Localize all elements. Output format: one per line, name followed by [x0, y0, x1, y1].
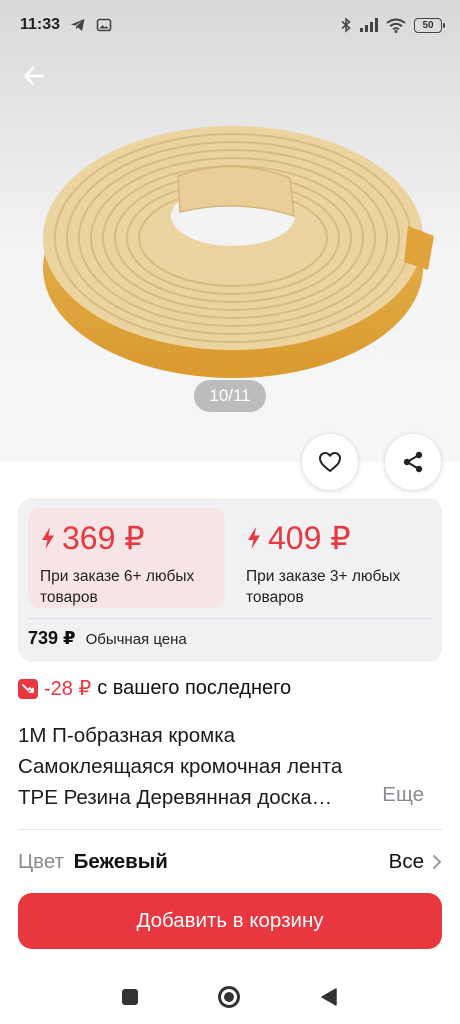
- tier-price: 409 ₽: [268, 520, 351, 556]
- status-left: 11:33: [20, 16, 112, 34]
- tier-price: 369 ₽: [62, 520, 145, 556]
- share-icon: [403, 451, 423, 473]
- back-arrow-icon: [24, 66, 45, 86]
- recent-apps-button[interactable]: [122, 989, 138, 1005]
- gallery-icon: [96, 18, 112, 32]
- status-right: 50: [340, 17, 445, 33]
- all-variants-link[interactable]: Все: [389, 850, 442, 874]
- discount-text: с вашего последнего: [97, 677, 292, 699]
- add-to-cart-button[interactable]: Добавить в корзину: [18, 893, 442, 949]
- bluetooth-icon: [341, 17, 351, 33]
- back-button[interactable]: [16, 58, 52, 94]
- discount-value: -28 ₽: [44, 678, 92, 700]
- tier-price-row: 369 ₽: [40, 518, 213, 558]
- tier-note: При заказе 6+ любых товаров: [40, 568, 195, 606]
- lightning-icon: [248, 527, 260, 549]
- telegram-icon: [71, 19, 85, 31]
- color-variant-row[interactable]: Цвет Бежевый Все: [18, 846, 442, 878]
- product-title: 1М П-образная кромка Самоклеящаяся кромо…: [18, 720, 442, 813]
- all-variants-label: Все: [388, 850, 424, 873]
- color-label: Цвет: [18, 850, 64, 873]
- back-nav-button[interactable]: [320, 987, 338, 1007]
- product-title-line: 1М П-образная кромка: [18, 724, 236, 747]
- heart-icon: [319, 452, 341, 472]
- wifi-icon: [386, 18, 406, 33]
- divider: [18, 829, 442, 830]
- chevron-right-icon: [433, 855, 441, 869]
- image-counter: 10/11: [194, 380, 266, 412]
- show-more-link[interactable]: Еще: [378, 779, 424, 810]
- regular-price-row: 739 ₽ Обычная цена: [28, 628, 187, 649]
- status-time: 11:33: [20, 16, 61, 33]
- system-navigation-bar: [0, 970, 460, 1024]
- price-card: 369 ₽ При заказе 6+ любых товаров 409 ₽ …: [18, 498, 442, 662]
- discount-icon: [18, 678, 38, 699]
- product-image: [43, 126, 434, 378]
- home-button[interactable]: [218, 986, 240, 1008]
- signal-icon: [360, 18, 378, 32]
- product-image-gallery[interactable]: 10/11: [0, 0, 460, 462]
- discount-row: -28 ₽ с вашего последнего: [18, 676, 291, 701]
- color-value: Бежевый: [73, 850, 168, 873]
- status-bar: 11:33 50: [0, 0, 460, 50]
- divider: [28, 618, 432, 619]
- color-selector: Цвет Бежевый: [18, 850, 168, 874]
- regular-price: 739 ₽: [28, 628, 76, 648]
- share-button[interactable]: [385, 434, 441, 490]
- tier-note: При заказе 3+ любых товаров: [246, 568, 401, 606]
- price-tier-6plus[interactable]: 369 ₽ При заказе 6+ любых товаров: [28, 508, 225, 608]
- favorite-button[interactable]: [302, 434, 358, 490]
- lightning-icon: [42, 527, 54, 549]
- tier-price-row: 409 ₽: [246, 518, 419, 558]
- price-tier-3plus[interactable]: 409 ₽ При заказе 3+ любых товаров: [234, 508, 431, 608]
- regular-price-label: Обычная цена: [85, 631, 187, 648]
- product-title-line: Самоклеящаяся кромочная лента: [18, 755, 343, 778]
- battery-indicator: 50: [414, 17, 445, 33]
